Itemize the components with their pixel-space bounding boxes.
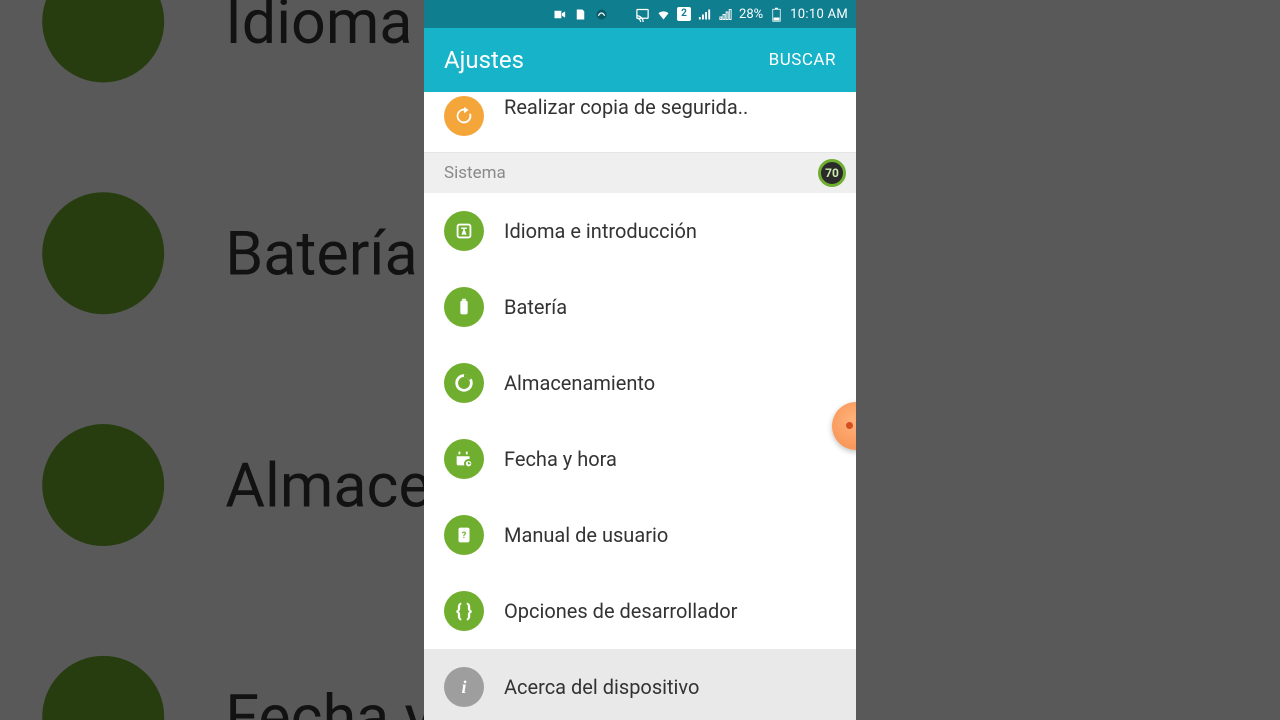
- settings-list[interactable]: Realizar copia de segurida.. Sistema 70 …: [424, 92, 856, 720]
- sd-icon: [573, 7, 588, 22]
- list-item-developer[interactable]: { } Opciones de desarrollador: [424, 573, 856, 649]
- signal-1-icon: [697, 7, 712, 22]
- list-item-battery[interactable]: Batería: [424, 269, 856, 345]
- developer-icon: { }: [444, 591, 484, 631]
- wifi-icon: [656, 7, 671, 22]
- list-item-label: Realizar copia de segurida..: [504, 95, 748, 119]
- list-item-label: Idioma e introducción: [504, 219, 697, 243]
- list-item-label: Fecha y hora: [504, 447, 617, 471]
- cast-icon: [635, 7, 650, 22]
- list-item-backup[interactable]: Realizar copia de segurida..: [424, 92, 856, 153]
- app-icon: [594, 7, 609, 22]
- datetime-icon: [444, 439, 484, 479]
- page-title: Ajustes: [444, 46, 524, 74]
- backup-icon: [444, 96, 484, 136]
- list-item-label: Manual de usuario: [504, 523, 668, 547]
- app-bar: Ajustes BUSCAR: [424, 28, 856, 92]
- language-icon: [444, 211, 484, 251]
- section-header-system: Sistema 70: [424, 153, 856, 193]
- clock: 10:10 AM: [790, 7, 848, 22]
- battery-icon: [769, 7, 784, 22]
- list-item-label: Almacenamiento: [504, 371, 655, 395]
- sim-slot-badge: 2: [677, 7, 691, 21]
- manual-icon: ?: [444, 515, 484, 555]
- list-item-label: Acerca del dispositivo: [504, 675, 699, 699]
- list-item-label: Batería: [504, 295, 567, 319]
- video-icon: [552, 7, 567, 22]
- status-bar: 2 28% 10:10 AM: [424, 0, 856, 28]
- list-item-about[interactable]: i Acerca del dispositivo: [424, 649, 856, 720]
- storage-icon: [444, 363, 484, 403]
- section-title: Sistema: [444, 163, 506, 183]
- list-item-datetime[interactable]: Fecha y hora: [424, 421, 856, 497]
- battery-percent: 28%: [739, 7, 763, 22]
- list-item-label: Opciones de desarrollador: [504, 599, 737, 623]
- battery-item-icon: [444, 287, 484, 327]
- svg-text:?: ?: [462, 531, 467, 541]
- signal-2-icon: [718, 7, 733, 22]
- search-button[interactable]: BUSCAR: [769, 50, 836, 70]
- about-icon: i: [444, 667, 484, 707]
- list-item-storage[interactable]: Almacenamiento: [424, 345, 856, 421]
- list-item-manual[interactable]: ? Manual de usuario: [424, 497, 856, 573]
- phone-frame: 2 28% 10:10 AM Ajustes BUSCAR Realizar c…: [424, 0, 856, 720]
- list-item-language[interactable]: Idioma e introducción: [424, 193, 856, 269]
- overlay-badge[interactable]: 70: [818, 159, 846, 187]
